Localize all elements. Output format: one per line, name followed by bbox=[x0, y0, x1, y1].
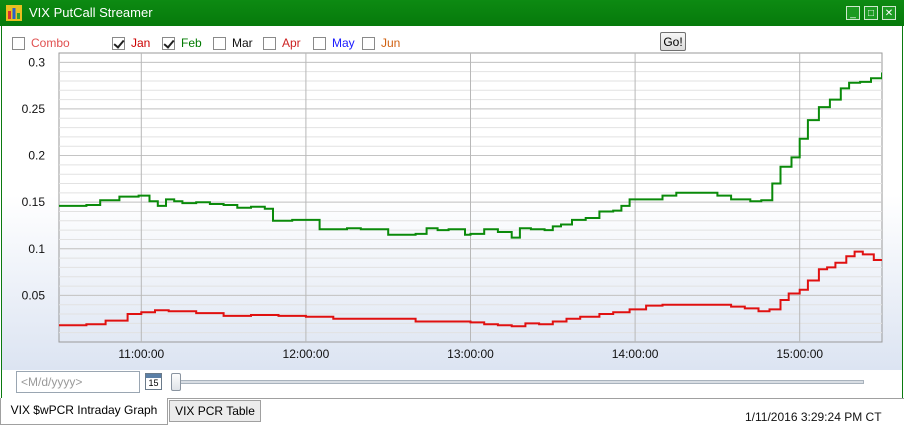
x-tick-label: 13:00:00 bbox=[447, 347, 494, 361]
tab-pcr-table[interactable]: VIX PCR Table bbox=[169, 400, 261, 422]
x-tick-label: 12:00:00 bbox=[283, 347, 330, 361]
time-slider-thumb[interactable] bbox=[171, 373, 181, 391]
y-tick-label: 0.05 bbox=[22, 288, 46, 302]
calendar-icon[interactable]: 15 bbox=[145, 373, 162, 390]
x-tick-label: 14:00:00 bbox=[612, 347, 659, 361]
y-tick-label: 0.2 bbox=[28, 149, 45, 163]
y-tick-label: 0.25 bbox=[22, 102, 46, 116]
y-tick-label: 0.1 bbox=[28, 242, 45, 256]
x-tick-label: 11:00:00 bbox=[118, 347, 164, 361]
y-tick-label: 0.15 bbox=[22, 195, 46, 209]
status-timestamp: 1/11/2016 3:29:24 PM CT bbox=[745, 410, 882, 424]
time-slider[interactable] bbox=[174, 380, 864, 384]
put-call-chart: 0.05 0.1 0.15 0.2 0.25 0.3 11:00:00 12:00:00 13… bbox=[2, 52, 902, 370]
date-input[interactable]: <M/d/yyyy> bbox=[16, 371, 140, 393]
y-tick-label: 0.3 bbox=[28, 55, 45, 69]
x-tick-label: 15:00:00 bbox=[776, 347, 823, 361]
tab-intraday-graph[interactable]: VIX $wPCR Intraday Graph bbox=[0, 398, 168, 425]
